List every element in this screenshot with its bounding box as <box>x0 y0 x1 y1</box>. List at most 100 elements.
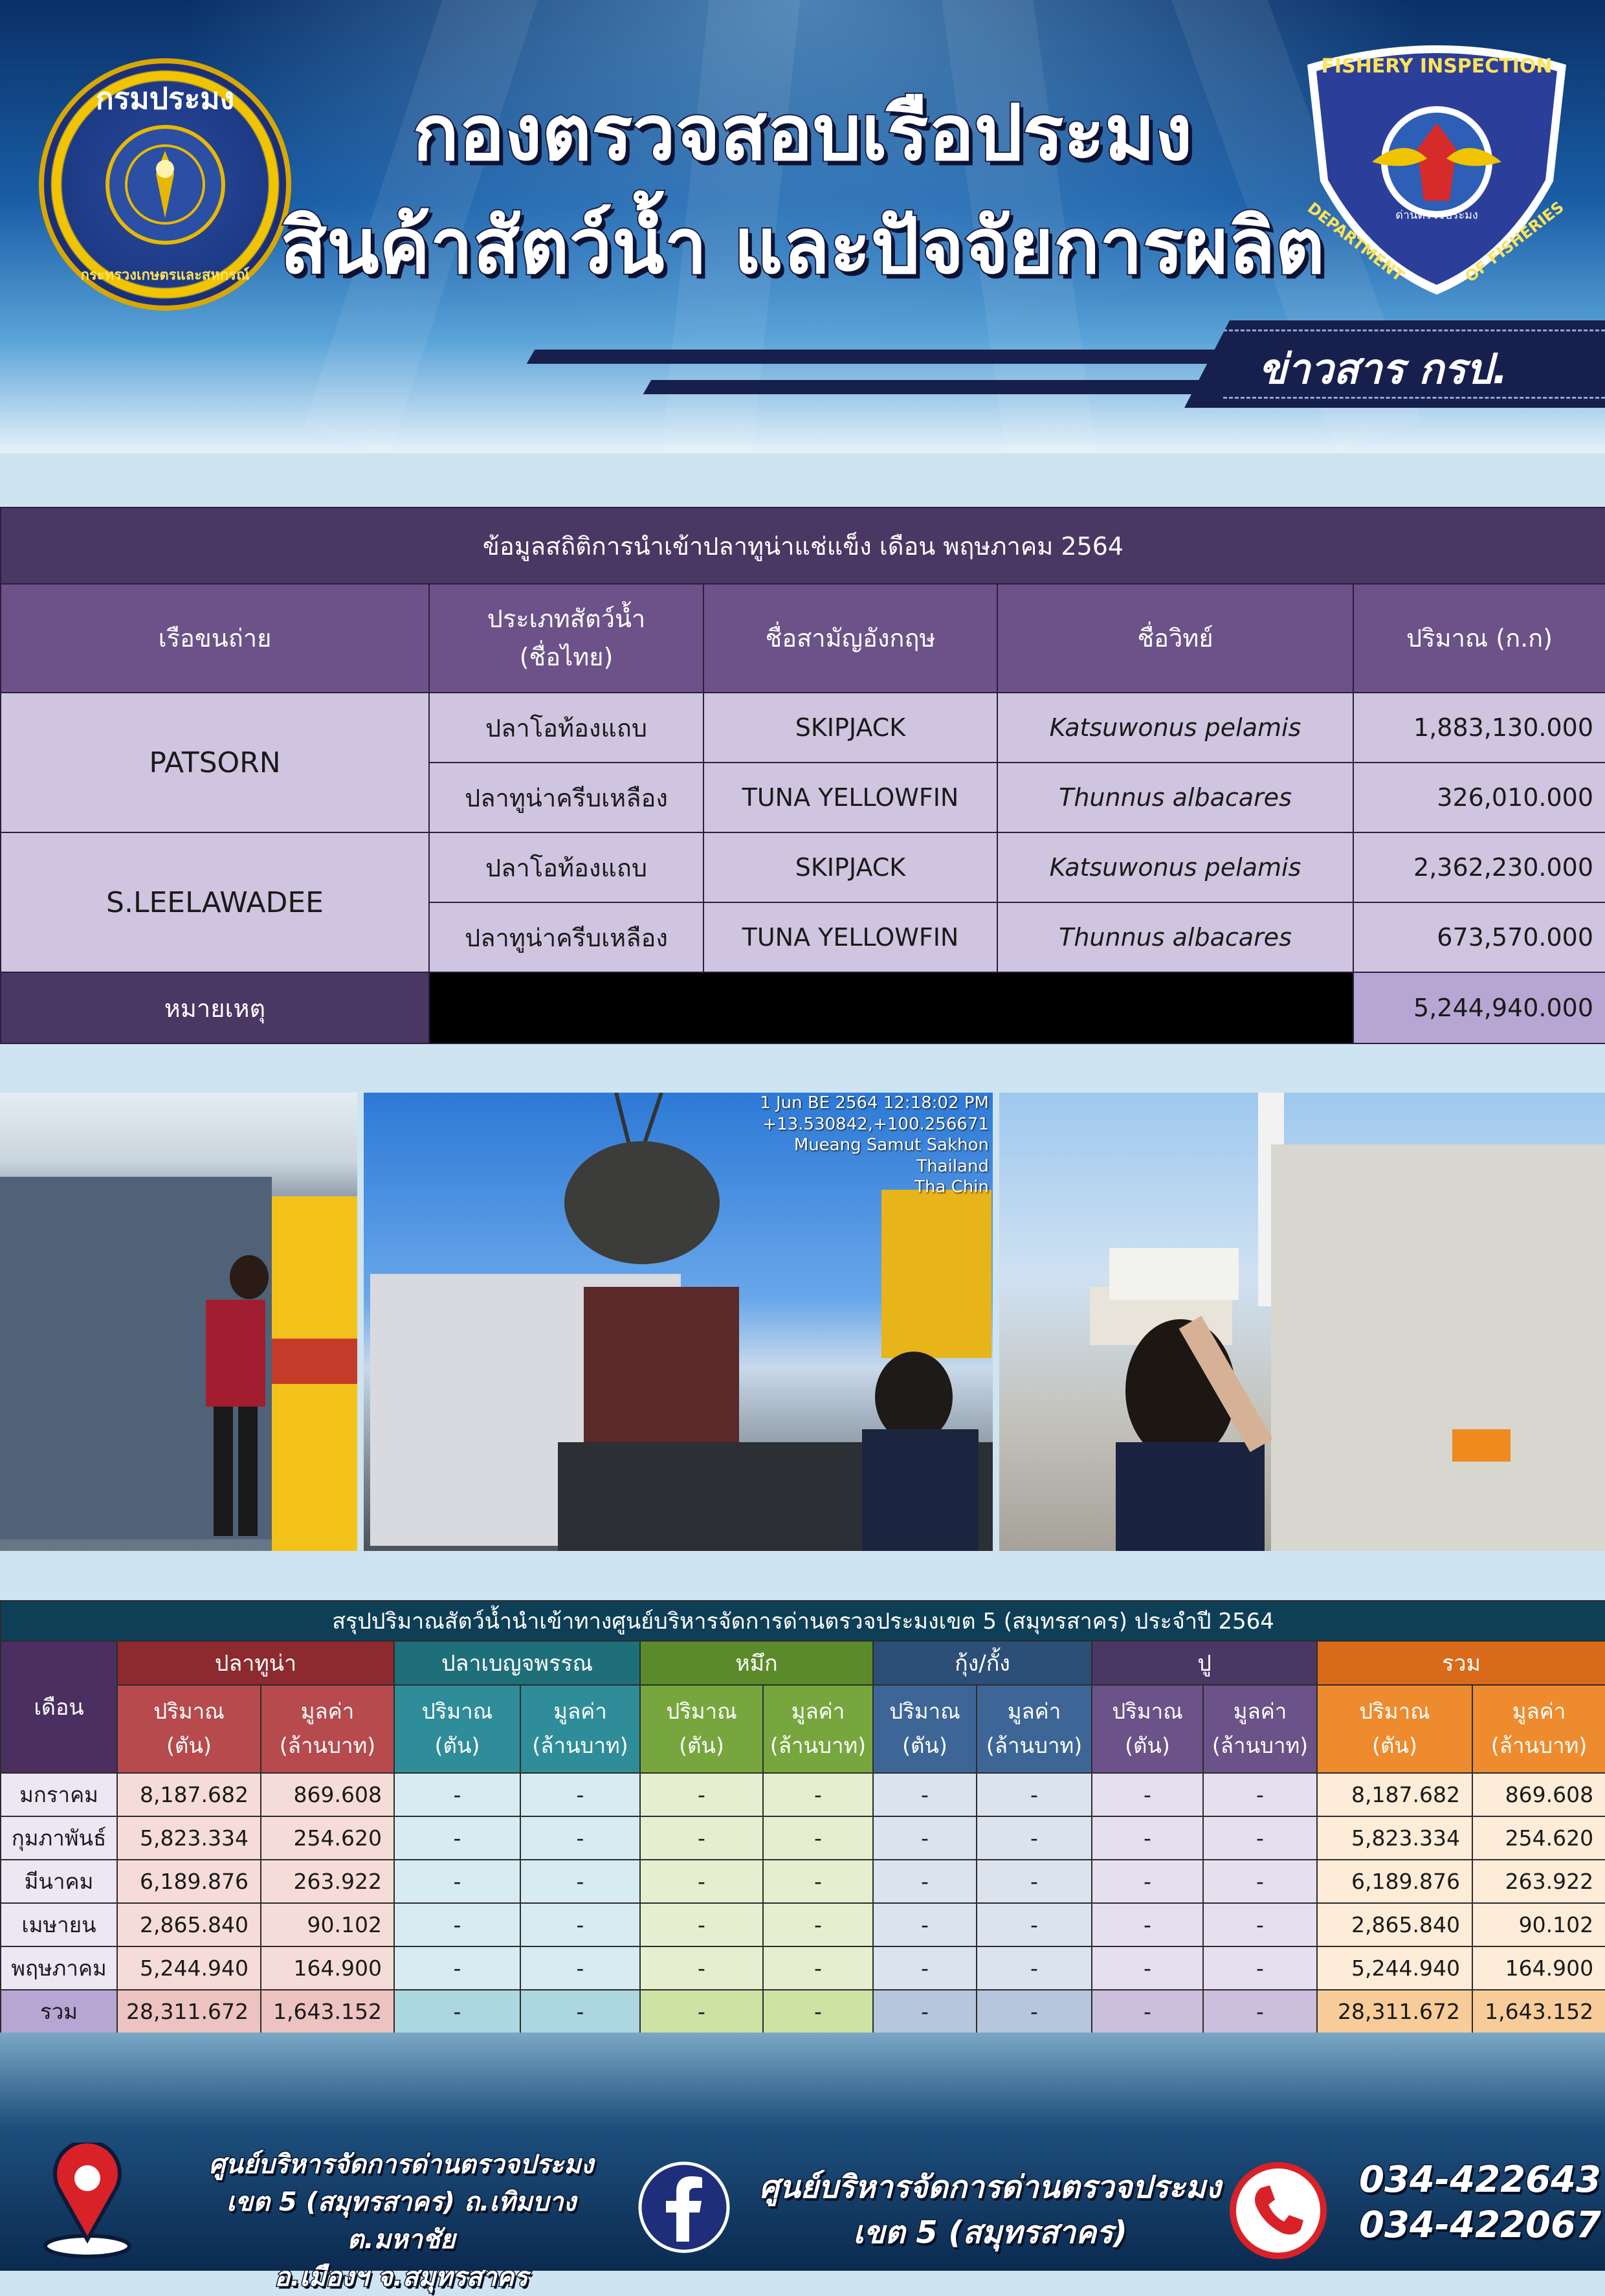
shrimp-value-cell: - <box>976 1946 1092 1990</box>
subheader-value: มูลค่า (ล้านบาท) <box>976 1684 1092 1774</box>
inspection-photo-2: 1 Jun BE 2564 12:18:02 PM +13.530842,+10… <box>364 1093 993 1551</box>
crab-value-cell: - <box>1202 1946 1318 1990</box>
vessel-name: S.LEELAWADEE <box>0 832 430 973</box>
quantity: 1,883,130.000 <box>1352 692 1605 763</box>
subheader-value: มูลค่า (ล้านบาท) <box>1471 1684 1605 1774</box>
squid-value-cell: - <box>762 1946 874 1990</box>
crab-qty-cell: - <box>1091 1902 1204 1947</box>
tuna-import-table: ข้อมูลสถิติการนำเข้าปลาทูน่าแช่แข็ง เดือ… <box>0 507 1605 1044</box>
thai-name: ปลาทูน่าครีบเหลือง <box>428 902 704 973</box>
mixed-fish-qty-cell: - <box>393 1772 521 1817</box>
svg-text:ด่านตรวจประมง: ด่านตรวจประมง <box>1395 208 1478 222</box>
tuna-qty-cell: 6,189.876 <box>116 1859 261 1904</box>
decorative-stripe <box>526 350 1247 364</box>
total-value-cell: 90.102 <box>1471 1902 1605 1947</box>
crab-qty-cell: - <box>1091 1989 1204 2034</box>
squid-qty-cell: - <box>639 1859 764 1904</box>
mixed-fish-value-cell: - <box>520 1859 641 1904</box>
month-cell: พฤษภาคม <box>0 1946 118 1990</box>
group-mixed-fish: ปลาเบญจพรรณ <box>393 1640 641 1686</box>
mixed-fish-value-cell: - <box>520 1946 641 1990</box>
phone-number-1[interactable]: 034-422643 <box>1358 2158 1602 2202</box>
scientific-name: Katsuwonus pelamis <box>997 692 1354 763</box>
tuna-qty-cell: 5,823.334 <box>116 1816 261 1860</box>
total-qty-cell: 5,823.334 <box>1316 1816 1473 1860</box>
tuna-value-cell: 263.922 <box>260 1859 395 1904</box>
note-label: หมายเหตุ <box>0 972 430 1044</box>
month-cell: เมษายน <box>0 1902 118 1947</box>
photo-timestamp: 1 Jun BE 2564 12:18:02 PM +13.530842,+10… <box>760 1093 989 1197</box>
location-pin-icon <box>43 2143 131 2258</box>
month-cell: มกราคม <box>0 1772 118 1817</box>
month-cell: รวม <box>0 1989 118 2034</box>
tuna-value-cell: 254.620 <box>260 1816 395 1860</box>
tuna-qty-cell: 8,187.682 <box>116 1772 261 1817</box>
crab-value-cell: - <box>1202 1859 1318 1904</box>
tuna-qty-cell: 5,244.940 <box>116 1946 261 1990</box>
thai-name: ปลาโอท้องแถบ <box>428 832 704 903</box>
total-quantity: 5,244,940.000 <box>1352 972 1605 1044</box>
squid-value-cell: - <box>762 1902 874 1947</box>
quantity: 326,010.000 <box>1352 762 1605 833</box>
total-value-cell: 1,643.152 <box>1471 1989 1605 2034</box>
page-header: กรมประมง กระทรวงเกษตรและสหกรณ์ กองตรวจสอ… <box>0 0 1605 453</box>
subheader-value: มูลค่า (ล้านบาท) <box>762 1684 874 1774</box>
crab-value-cell: - <box>1202 1989 1318 2034</box>
badge-top-text: FISHERY INSPECTION <box>1321 55 1552 78</box>
table-row: มีนาคม 6,189.876 263.922- - - - - - - -6,189.876 2… <box>0 1859 1605 1904</box>
group-total: รวม <box>1316 1640 1605 1686</box>
squid-qty-cell: - <box>639 1946 764 1990</box>
group-crab: ปู <box>1091 1640 1318 1686</box>
mixed-fish-value-cell: - <box>520 1989 641 2034</box>
scientific-name: Katsuwonus pelamis <box>997 832 1354 903</box>
shrimp-qty-cell: - <box>872 1816 977 1860</box>
common-name: TUNA YELLOWFIN <box>703 902 998 973</box>
crab-value-cell: - <box>1202 1772 1318 1817</box>
crab-value-cell: - <box>1202 1816 1318 1860</box>
shrimp-value-cell: - <box>976 1772 1092 1817</box>
table-row: มกราคม 8,187.682 869.608- - - - - - - -8,187.682 8… <box>0 1772 1605 1817</box>
subheader-quantity: ปริมาณ (ตัน) <box>1316 1684 1473 1774</box>
table-row: PATSORN ปลาโอท้องแถบ SKIPJACK Katsuwonus… <box>0 692 1605 833</box>
annual-summary-table: สรุปปริมาณสัตว์น้ำนำเข้าทางศูนย์บริหารจั… <box>0 1600 1605 2034</box>
shrimp-value-cell: - <box>976 1859 1092 1904</box>
header-common-name: ชื่อสามัญอังกฤษ <box>703 583 998 693</box>
total-value-cell: 254.620 <box>1471 1816 1605 1860</box>
header-vessel: เรือขนถ่าย <box>0 583 430 693</box>
subheader-quantity: ปริมาณ (ตัน) <box>872 1684 977 1774</box>
facebook-page-name[interactable]: ศูนย์บริหารจัดการด่านตรวจประมง เขต 5 (สม… <box>757 2165 1223 2255</box>
phone-number-2[interactable]: 034-422067 <box>1358 2203 1602 2247</box>
common-name: SKIPJACK <box>703 832 998 903</box>
facebook-icon[interactable] <box>637 2161 731 2255</box>
month-cell: มีนาคม <box>0 1859 118 1904</box>
squid-value-cell: - <box>762 1859 874 1904</box>
shrimp-value-cell: - <box>976 1902 1092 1947</box>
summary-table-caption: สรุปปริมาณสัตว์น้ำนำเข้าทางศูนย์บริหารจั… <box>0 1600 1605 1642</box>
vessel-name: PATSORN <box>0 692 430 833</box>
total-qty-cell: 6,189.876 <box>1316 1859 1473 1904</box>
tuna-qty-cell: 2,865.840 <box>116 1902 261 1947</box>
scientific-name: Thunnus albacares <box>997 902 1354 973</box>
group-tuna: ปลาทูน่า <box>116 1640 395 1686</box>
table-row: พฤษภาคม 5,244.940 164.900- - - - - - - -5,244.940… <box>0 1946 1605 1990</box>
mixed-fish-qty-cell: - <box>393 1902 521 1947</box>
table-row: เมษายน 2,865.840 90.102- - - - - - - -2,865.840 90… <box>0 1902 1605 1947</box>
subheader-quantity: ปริมาณ (ตัน) <box>639 1684 764 1774</box>
crab-qty-cell: - <box>1091 1946 1204 1990</box>
shrimp-qty-cell: - <box>872 1859 977 1904</box>
news-banner: ข่าวสาร กรป. <box>1184 320 1605 408</box>
inspection-photo-1 <box>0 1093 357 1551</box>
subheader-quantity: ปริมาณ (ตัน) <box>116 1684 261 1774</box>
note-row: หมายเหตุ 5,244,940.000 <box>0 972 1605 1044</box>
table-row: S.LEELAWADEE ปลาโอท้องแถบ SKIPJACK Katsu… <box>0 832 1605 973</box>
fishery-inspection-badge: ด่านตรวจประมง FISHERY INSPECTION DEPARTM… <box>1304 45 1567 295</box>
squid-value-cell: - <box>762 1816 874 1860</box>
subheader-value: มูลค่า (ล้านบาท) <box>1202 1684 1318 1774</box>
news-label: ข่าวสาร กรป. <box>1258 346 1508 394</box>
squid-qty-cell: - <box>639 1902 764 1947</box>
tuna-value-cell: 1,643.152 <box>260 1989 395 2034</box>
crab-qty-cell: - <box>1091 1772 1204 1817</box>
note-content <box>428 972 1354 1044</box>
shrimp-qty-cell: - <box>872 1902 977 1947</box>
tuna-value-cell: 90.102 <box>260 1902 395 1947</box>
